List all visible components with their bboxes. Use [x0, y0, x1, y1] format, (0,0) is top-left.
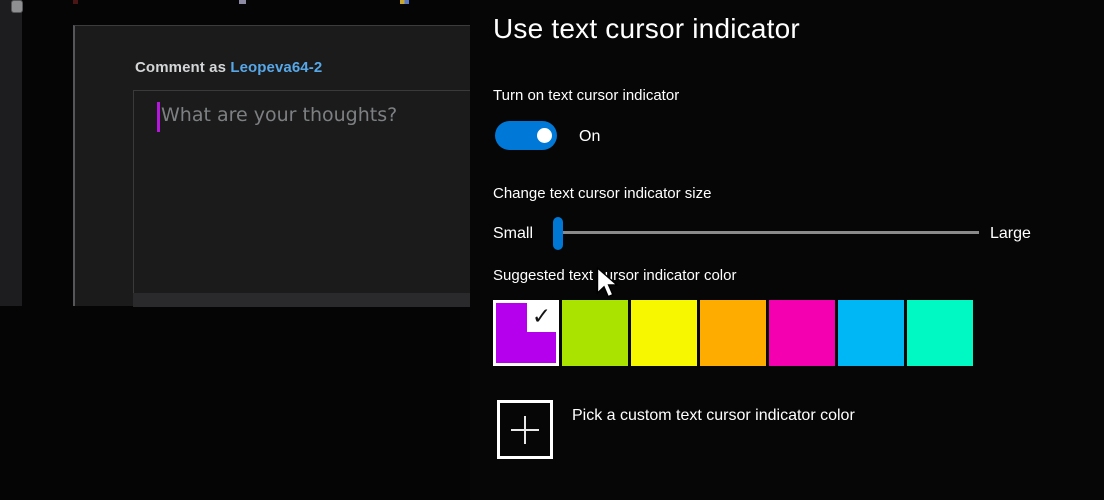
window-icon	[11, 0, 23, 13]
slider-max-label: Large	[990, 225, 1031, 242]
username-link[interactable]: Leopeva64-2	[230, 59, 322, 76]
comment-textarea[interactable]: What are your thoughts?	[133, 90, 470, 293]
slider-min-label: Small	[493, 225, 534, 242]
settings-panel: Use text cursor indicator Turn on text c…	[470, 0, 1104, 500]
color-swatch[interactable]	[769, 300, 835, 366]
page-title: Use text cursor indicator	[493, 13, 800, 44]
color-swatch[interactable]	[562, 300, 628, 366]
tab-favicon-fragment	[73, 0, 78, 4]
toggle-knob	[537, 128, 552, 143]
comment-panel: Comment as Leopeva64-2 What are your tho…	[73, 25, 470, 307]
suggested-color-label: Suggested text cursor indicator color	[493, 267, 737, 284]
slider-track[interactable]	[563, 231, 979, 234]
tab-favicon-fragment	[239, 0, 246, 4]
slider-thumb[interactable]	[553, 217, 563, 250]
comment-as-label: Comment as	[135, 59, 227, 76]
browser-background: Comment as Leopeva64-2 What are your tho…	[0, 0, 470, 500]
browser-left-rail	[0, 0, 22, 306]
check-icon: ✓	[527, 303, 556, 332]
comment-as-row: Comment as Leopeva64-2	[135, 59, 322, 76]
toggle-state-label: On	[579, 128, 601, 145]
color-swatch[interactable]: ✓	[493, 300, 559, 366]
color-swatch[interactable]	[907, 300, 973, 366]
toggle-label: Turn on text cursor indicator	[493, 87, 680, 104]
textarea-placeholder: What are your thoughts?	[161, 104, 398, 126]
suggested-color-row: ✓	[493, 300, 973, 366]
color-swatch[interactable]	[838, 300, 904, 366]
editor-toolbar	[133, 293, 470, 307]
slider-label: Change text cursor indicator size	[493, 185, 712, 202]
custom-color-button[interactable]	[497, 400, 553, 459]
color-swatch[interactable]	[631, 300, 697, 366]
custom-color-label: Pick a custom text cursor indicator colo…	[572, 407, 855, 424]
text-cursor-indicator	[157, 102, 160, 132]
plus-icon	[511, 415, 539, 444]
toggle-switch[interactable]	[495, 121, 557, 150]
tab-favicon-fragment	[400, 0, 409, 4]
color-swatch[interactable]	[700, 300, 766, 366]
